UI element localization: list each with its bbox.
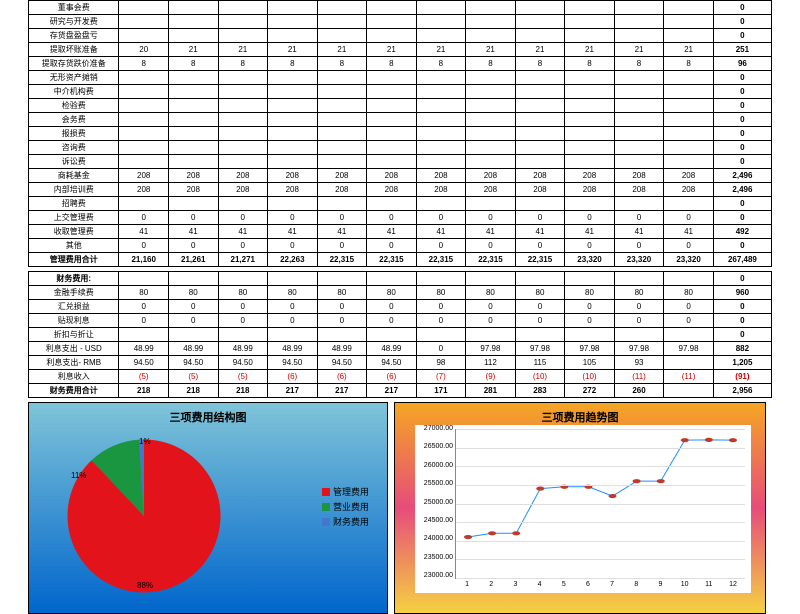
pie-title: 三项费用结构图 — [29, 409, 387, 425]
y-axis-labels: 27000.0026500.0026000.0025500.0025000.00… — [417, 425, 453, 579]
line-chart: 三项费用趋势图 27000.0026500.0026000.0025500.00… — [394, 402, 766, 614]
pct-1: 1% — [139, 437, 151, 446]
finance-table: 财务费用:0 金融手续费808080808080808080808080960汇… — [28, 271, 772, 398]
x-axis-labels: 123456789101112 — [455, 581, 745, 593]
plot-area — [455, 429, 745, 579]
pie-legend: 管理费用营业费用财务费用 — [322, 483, 369, 530]
pie-chart: 三项费用结构图 1% 11% 88% 管理费用营业费用财务费用 — [28, 402, 388, 614]
spreadsheet-table: 董事会费0研究与开发费0存货盘盈盘亏0提取坏账准备202121212121212… — [28, 0, 772, 267]
pie-graphic — [59, 431, 229, 601]
line-title: 三项费用趋势图 — [395, 409, 765, 425]
pct-11: 11% — [71, 471, 86, 480]
pct-88: 88% — [137, 581, 153, 590]
